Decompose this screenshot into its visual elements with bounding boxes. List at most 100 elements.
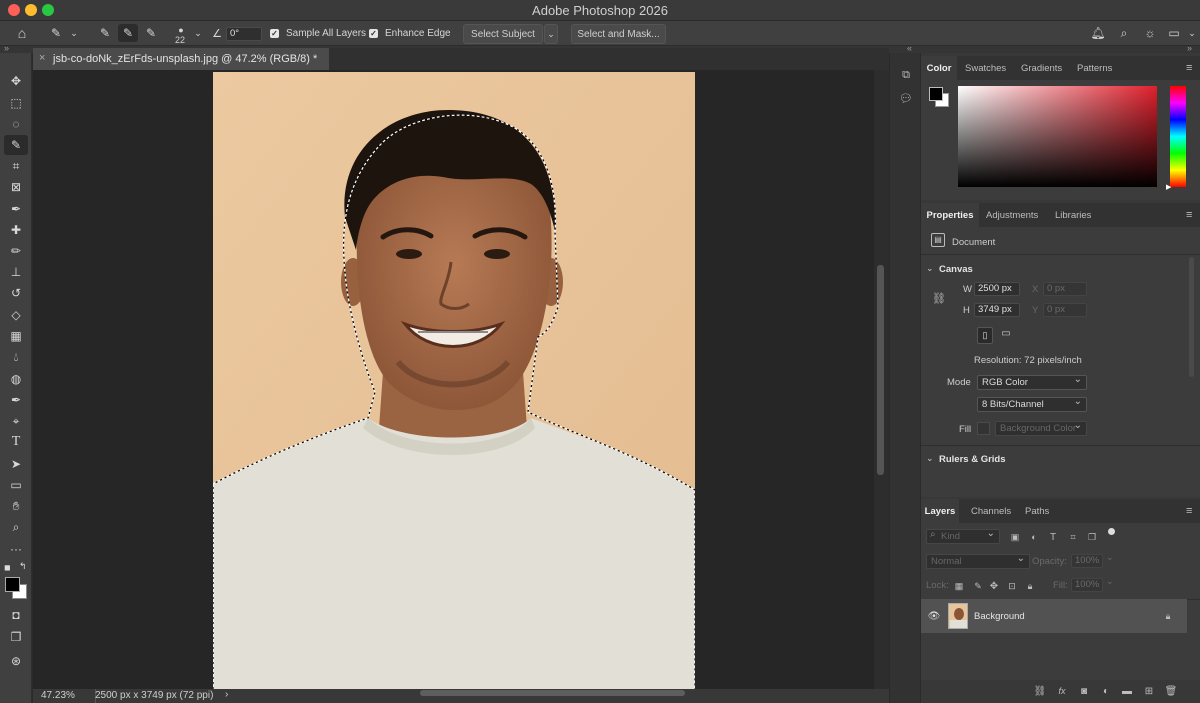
landscape-orientation-icon[interactable]: ▭ — [998, 328, 1014, 343]
rulers-collapse-chevron-icon[interactable]: ⌄ — [926, 453, 934, 464]
canvas-collapse-chevron-icon[interactable]: ⌄ — [926, 263, 934, 274]
add-mask-icon[interactable]: ◙ — [1077, 684, 1091, 698]
type-tool-icon[interactable]: T — [4, 432, 28, 452]
hue-slider[interactable] — [1170, 86, 1186, 187]
lock-transparent-icon[interactable]: ▦ — [953, 580, 965, 592]
fill-chevron-icon[interactable]: ⌄ — [1106, 576, 1114, 587]
history-panel-icon[interactable]: ⧉ — [898, 67, 914, 83]
canvas-section-header[interactable]: Canvas — [939, 264, 973, 275]
quick-selection-tool-icon[interactable]: ✎ — [4, 135, 28, 155]
default-colors-icon[interactable]: ◼ — [4, 563, 11, 572]
expand-toolbar-icon[interactable]: » — [4, 43, 9, 53]
close-tab-icon[interactable]: × — [39, 52, 45, 64]
select-subject-button[interactable]: Select Subject — [463, 24, 543, 44]
quick-mask-icon[interactable]: ◘ — [4, 605, 28, 625]
tab-libraries[interactable]: Libraries — [1055, 203, 1091, 227]
layer-filter-kind-select[interactable]: Kind — [926, 527, 1000, 544]
lasso-tool-icon[interactable]: ◌ — [4, 114, 28, 134]
crop-tool-icon[interactable]: ⌗ — [4, 156, 28, 176]
angle-input[interactable]: 0° — [226, 27, 262, 41]
new-selection-brush-icon[interactable]: ✎ — [97, 25, 113, 41]
marquee-tool-icon[interactable]: ⬚ — [4, 93, 28, 113]
edit-toolbar-icon[interactable]: ··· — [4, 539, 28, 559]
chevron-down-icon[interactable]: ⌄ — [66, 25, 82, 41]
vertical-scroll-thumb[interactable] — [877, 265, 884, 475]
tool-preset-picker-icon[interactable]: ✎ — [48, 25, 64, 41]
generative-icon[interactable]: ⊛ — [4, 651, 28, 671]
tab-gradients[interactable]: Gradients — [1021, 56, 1062, 80]
layer-row-background[interactable]: 👁︎ Background 🔒︎ — [921, 599, 1187, 633]
layer-name[interactable]: Background — [974, 611, 1025, 622]
hand-tool-icon[interactable]: ✋︎ — [4, 496, 28, 516]
adjustment-layer-icon[interactable]: ◐ — [1099, 684, 1113, 698]
blend-mode-select[interactable]: Normal — [926, 552, 1030, 569]
tab-swatches[interactable]: Swatches — [965, 56, 1006, 80]
eyedropper-tool-icon[interactable]: ✒ — [4, 199, 28, 219]
workspace-icon[interactable]: ▭ — [1166, 25, 1182, 41]
tab-patterns[interactable]: Patterns — [1077, 56, 1112, 80]
gradient-tool-icon[interactable]: ▦ — [4, 326, 28, 346]
color-field[interactable] — [958, 86, 1157, 187]
document-image[interactable] — [213, 72, 695, 689]
comments-panel-icon[interactable]: 💬︎ — [898, 90, 914, 106]
filter-type-icon[interactable]: T — [1047, 531, 1059, 543]
new-group-icon[interactable]: ▬ — [1120, 684, 1134, 698]
clone-stamp-tool-icon[interactable]: ⊥ — [4, 262, 28, 282]
move-tool-icon[interactable]: ✥ — [4, 71, 28, 91]
workspace-chevron-icon[interactable]: ⌄ — [1184, 25, 1200, 41]
tab-adjustments[interactable]: Adjustments — [986, 203, 1038, 227]
filter-toggle-icon[interactable] — [1108, 528, 1115, 535]
swap-colors-icon[interactable]: ↰ — [19, 561, 27, 572]
fg-color-chip[interactable] — [929, 87, 943, 101]
panel-menu-icon[interactable]: ≡ — [1186, 203, 1192, 227]
new-layer-icon[interactable]: ⊞ — [1142, 684, 1156, 698]
lock-artboard-icon[interactable]: ⊡ — [1006, 580, 1018, 592]
fx-icon[interactable]: fx — [1055, 684, 1069, 698]
filter-pixel-icon[interactable]: ▣ — [1009, 531, 1021, 543]
lock-all-icon[interactable]: 🔒︎ — [1024, 580, 1036, 592]
dodge-tool-icon[interactable]: ◍ — [4, 369, 28, 389]
lock-position-icon[interactable]: ✥ — [988, 580, 1000, 592]
filter-smart-object-icon[interactable]: ❐ — [1086, 531, 1098, 543]
opacity-chevron-icon[interactable]: ⌄ — [1106, 552, 1114, 563]
eraser-tool-icon[interactable]: ◇ — [4, 305, 28, 325]
status-menu-chevron-icon[interactable]: › — [225, 689, 228, 700]
layer-fill-input[interactable]: 100% — [1071, 578, 1103, 592]
properties-scroll-thumb[interactable] — [1189, 257, 1194, 377]
collapse-panels-icon[interactable]: » — [1187, 43, 1192, 53]
add-to-selection-brush-icon[interactable]: ✎ — [118, 24, 138, 42]
screen-mode-icon[interactable]: ❐ — [4, 627, 28, 647]
rectangle-tool-icon[interactable]: ▭ — [4, 475, 28, 495]
tab-color[interactable]: Color — [921, 56, 957, 80]
panel-menu-icon[interactable]: ≡ — [1186, 56, 1192, 80]
opacity-input[interactable]: 100% — [1071, 554, 1103, 568]
pen-tool-icon[interactable]: ✒ — [4, 390, 28, 410]
select-and-mask-button[interactable]: Select and Mask... — [571, 24, 666, 44]
healing-brush-tool-icon[interactable]: ✚ — [4, 220, 28, 240]
path-selection-tool-icon[interactable]: ➤ — [4, 454, 28, 474]
document-tab[interactable]: × jsb-co-doNk_zErFds-unsplash.jpg @ 47.2… — [33, 48, 330, 70]
select-subject-chevron-icon[interactable]: ⌄ — [544, 24, 558, 44]
tab-properties[interactable]: Properties — [921, 203, 979, 227]
filter-adjustment-icon[interactable]: ◐ — [1028, 531, 1040, 543]
delete-layer-icon[interactable]: 🗑︎ — [1164, 684, 1178, 698]
tab-channels[interactable]: Channels — [971, 499, 1011, 523]
brush-size-value[interactable]: 22 — [175, 35, 185, 45]
visibility-eye-icon[interactable]: 👁︎ — [928, 610, 941, 622]
tab-paths[interactable]: Paths — [1025, 499, 1049, 523]
link-layers-icon[interactable]: ⛓ — [1033, 684, 1047, 698]
panel-menu-icon[interactable]: ≡ — [1186, 499, 1192, 523]
lock-pixels-icon[interactable]: ✎ — [972, 580, 984, 592]
filter-shape-icon[interactable]: ⌗ — [1067, 531, 1079, 543]
brush-tool-icon[interactable]: ✏ — [4, 241, 28, 261]
link-icon[interactable]: ⛓ — [932, 290, 946, 306]
enhance-edge-checkbox[interactable]: ✓ Enhance Edge — [369, 28, 451, 39]
home-icon[interactable]: ⌂ — [14, 25, 30, 41]
rulers-grids-header[interactable]: Rulers & Grids — [939, 454, 1006, 465]
history-brush-tool-icon[interactable]: ↺ — [4, 283, 28, 303]
blur-tool-icon[interactable]: 💧︎ — [4, 347, 28, 367]
subtract-selection-brush-icon[interactable]: ✎ — [143, 25, 159, 41]
brush-picker-chevron-icon[interactable]: ⌄ — [190, 25, 206, 41]
hue-slider-marker-icon[interactable]: ▶ — [1166, 183, 1171, 191]
notifications-icon[interactable]: 🔔︎ — [1090, 25, 1106, 41]
